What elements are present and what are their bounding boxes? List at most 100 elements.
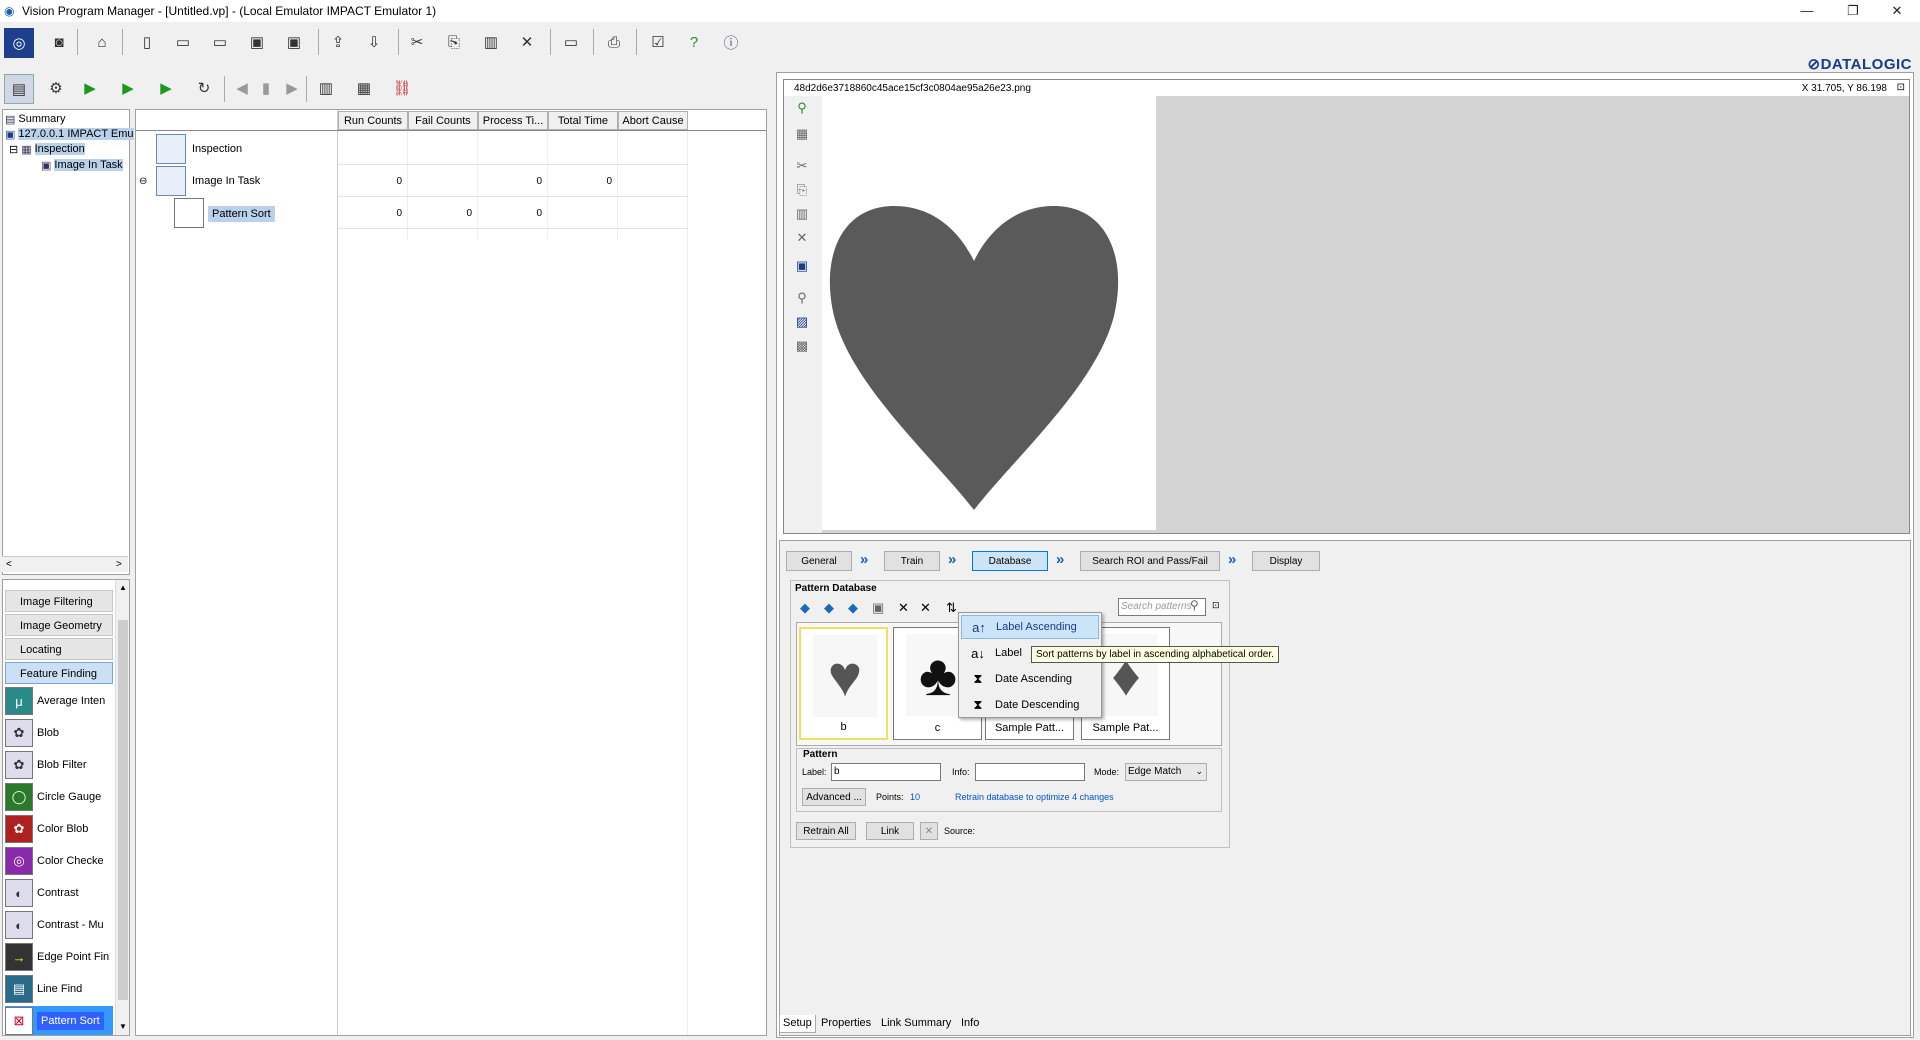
label-field[interactable]: b [831,763,941,781]
run-once-icon[interactable]: ▶ [116,76,140,100]
settings-icon[interactable]: ⚙ [44,76,68,100]
tool-vertical-scrollbar[interactable]: ▲ ▼ [115,580,129,1035]
paste-icon[interactable]: ▥ [794,206,810,222]
tree-item-device[interactable]: ▣ 127.0.0.1 IMPACT Emu [5,127,134,141]
train-icon[interactable]: ⚲ [794,100,810,116]
tree-item-inspection[interactable]: ⊟ ▦ Inspection [9,142,85,156]
category-image-geometry[interactable]: Image Geometry [5,614,113,636]
cut-icon[interactable]: ✂ [405,30,429,54]
retrain-link[interactable]: Retrain database to optimize 4 changes [955,792,1114,802]
tool-contrast[interactable]: ◐ Contrast [5,878,113,908]
export-icon[interactable]: ◆ [848,600,858,616]
advanced-button[interactable]: Advanced ... [802,788,866,806]
category-image-filtering[interactable]: Image Filtering [5,590,113,612]
folder-icon[interactable]: ▭ [208,30,232,54]
image-icon[interactable]: ▨ [794,314,810,330]
tree-item-image-in-task[interactable]: ▣ Image In Task [41,158,123,172]
menu-item-date-ascending[interactable]: ⧗ Date Ascending [961,667,1099,691]
stop-icon[interactable]: ◙ [47,30,71,54]
link-icon[interactable]: ⛓ [390,76,414,100]
tool-blob-filter[interactable]: ✿ Blob Filter [5,750,113,780]
delete-icon[interactable]: ✕ [794,230,810,246]
download-icon[interactable]: ⇩ [362,30,386,54]
new-file-icon[interactable]: ▯ [135,30,159,54]
table-row[interactable]: ⊖ Image In Task 0 0 0 [136,166,696,196]
next-icon[interactable]: ▶ [280,76,304,100]
tab-search-roi[interactable]: Search ROI and Pass/Fail [1080,551,1220,571]
save-db-icon[interactable]: ▣ [872,600,884,616]
tool-average-intensity[interactable]: μ Average Inten [5,686,113,716]
upload-icon[interactable]: ⇪ [326,30,350,54]
region-icon[interactable]: ▣ [794,258,810,274]
tool-edge-point-find[interactable]: → Edge Point Fin [5,942,113,972]
stack-icon[interactable]: ▥ [314,76,338,100]
info-field[interactable] [975,763,1085,781]
scroll-down-icon[interactable]: ▼ [119,1022,127,1031]
checklist-icon[interactable]: ☑ [646,30,670,54]
scroll-left-icon[interactable]: < [6,559,12,570]
col-abort-cause[interactable]: Abort Cause [618,111,688,130]
tab-database[interactable]: Database [972,551,1048,571]
tool-color-blob[interactable]: ✿ Color Blob [5,814,113,844]
tab-link-summary[interactable]: Link Summary [878,1015,954,1033]
col-run-counts[interactable]: Run Counts [338,111,408,130]
delete-pattern-icon[interactable]: ✕ [898,600,909,616]
open-icon[interactable]: ▭ [171,30,195,54]
copy-icon[interactable]: ⎘ [794,182,810,198]
tab-properties[interactable]: Properties [818,1015,874,1033]
loop-icon[interactable]: ↻ [192,76,216,100]
grid-icon[interactable]: ▦ [794,126,810,142]
tool-pattern-sort[interactable]: ⊠ Pattern Sort [5,1006,113,1035]
category-feature-finding[interactable]: Feature Finding [5,662,113,684]
scroll-up-icon[interactable]: ▲ [119,583,127,592]
mode-select[interactable]: Edge Match ⌄ [1125,763,1207,781]
tab-general[interactable]: General [786,551,852,571]
tab-info[interactable]: Info [958,1015,982,1033]
col-fail-counts[interactable]: Fail Counts [408,111,478,130]
zoom-icon[interactable]: ⚲ [794,290,810,306]
fit-icon[interactable]: ▩ [794,338,810,354]
tab-display[interactable]: Display [1252,551,1320,571]
tool-contrast-multi[interactable]: ◐ Contrast - Mu [5,910,113,940]
tab-setup[interactable]: Setup [779,1015,816,1033]
minimize-button[interactable]: — [1784,0,1830,22]
table-row[interactable]: Pattern Sort 0 0 0 [136,198,696,228]
tree-item-summary[interactable]: ▤ Summary [5,112,65,126]
save-all-icon[interactable]: ▣ [282,30,306,54]
run-icon[interactable]: ▶ [78,76,102,100]
calendar-icon[interactable]: ▦ [352,76,376,100]
link-button[interactable]: Link [866,822,914,840]
tab-train[interactable]: Train [884,551,940,571]
table-row[interactable]: Inspection [136,134,336,164]
step-icon[interactable]: ▶ [154,76,178,100]
add-pattern-icon[interactable]: ◆ [800,600,810,616]
pattern-card[interactable]: ♥ b [799,627,888,740]
print-icon[interactable]: ⎙ [602,30,626,54]
scroll-thumb[interactable] [118,620,128,1000]
copy-icon[interactable]: ⎘ [442,30,466,54]
save-icon[interactable]: ▣ [245,30,269,54]
pin-icon[interactable]: ⊡ [1897,82,1905,93]
monitor-icon[interactable]: ▭ [559,30,583,54]
tool-blob[interactable]: ✿ Blob [5,718,113,748]
tool-line-find[interactable]: ▤ Line Find [5,974,113,1004]
about-icon[interactable]: ⓘ [719,30,743,54]
cut-icon[interactable]: ✂ [794,158,810,174]
unlink-icon[interactable]: ✕ [920,822,938,840]
menu-item-date-descending[interactable]: ⧗ Date Descending [961,693,1099,717]
tree-horizontal-scrollbar[interactable]: < > [2,556,128,572]
device-config-icon[interactable]: ▤ [4,74,34,104]
menu-item-label-ascending[interactable]: a↑ Label Ascending [961,615,1099,639]
collapse-icon[interactable]: ⊖ [139,176,147,187]
remove-all-icon[interactable]: ✕ [920,600,931,616]
inspection-image[interactable] [822,96,1156,530]
category-locating[interactable]: Locating [5,638,113,660]
pin-icon[interactable]: ⊡ [1212,600,1220,611]
col-total-time[interactable]: Total Time [548,111,618,130]
retrain-all-button[interactable]: Retrain All [796,822,856,840]
prev-icon[interactable]: ◀ [230,76,254,100]
home-icon[interactable]: ⌂ [90,30,114,54]
tool-circle-gauge[interactable]: ◯ Circle Gauge [5,782,113,812]
col-process-time[interactable]: Process Ti... [478,111,548,130]
paste-icon[interactable]: ▥ [479,30,503,54]
